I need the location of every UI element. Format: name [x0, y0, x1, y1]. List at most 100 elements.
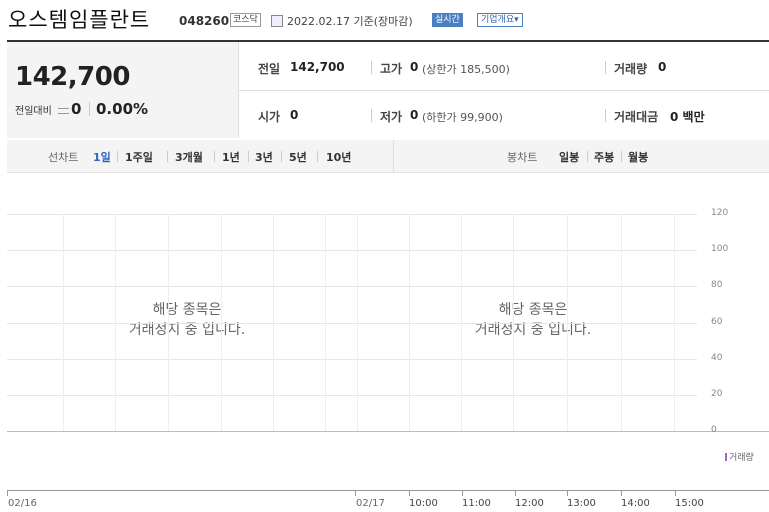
company-overview-button[interactable]: 기업개요▾	[477, 13, 523, 27]
change-rate: 0.00%	[96, 100, 149, 118]
prev-close-label: 전일	[258, 62, 281, 76]
x-tick-label: 02/17	[356, 498, 385, 509]
legend-swatch	[725, 453, 727, 461]
halt-message-right: 해당 종목은 거래정지 중 입니다.	[453, 300, 613, 340]
tab-10y[interactable]: 10년	[326, 149, 351, 165]
market-badge: 코스닥	[230, 13, 261, 27]
y-gridline	[7, 359, 697, 360]
divider	[167, 151, 168, 162]
calendar-icon	[271, 15, 283, 27]
x-gridline	[409, 214, 410, 431]
y-gridline	[7, 395, 697, 396]
x-tick-label: 02/16	[8, 498, 37, 509]
x-tick-label: 12:00	[515, 498, 544, 509]
y-gridline	[7, 250, 697, 251]
x-tick-label: 13:00	[567, 498, 596, 509]
quote-panel: 142,700 전일대비 0 0.00% 전일 142,700 고가 0 (상한…	[7, 40, 769, 141]
stock-code: 048260	[179, 14, 230, 28]
divider	[317, 151, 318, 162]
y-tick-label: 100	[711, 244, 729, 254]
high-value: 0	[410, 60, 419, 74]
y-tick-label: 60	[711, 317, 723, 327]
current-price: 142,700	[15, 62, 130, 92]
x-tick-label: 10:00	[409, 498, 438, 509]
chart-tab-bar: 선차트 1일 1주일 3개월 1년 3년 5년 10년 봉차트 일봉 주봉 월봉	[7, 140, 769, 173]
halt-message-left: 해당 종목은 거래정지 중 입니다.	[107, 300, 267, 340]
tab-1y[interactable]: 1년	[222, 149, 240, 165]
x-gridline	[513, 214, 514, 431]
divider	[393, 140, 394, 172]
y-gridline	[7, 323, 697, 324]
x-gridline	[63, 214, 64, 431]
x-tick-mark	[515, 490, 516, 496]
prev-close-value: 142,700	[290, 60, 345, 74]
divider	[371, 109, 372, 122]
upper-limit: (상한가 185,500)	[422, 63, 510, 76]
base-date: 2022.02.17 기준(장마감)	[287, 15, 413, 28]
x-tick-mark	[409, 490, 410, 496]
line-chart-label: 선차트	[48, 151, 79, 164]
x-tick-mark	[621, 490, 622, 496]
x-tick-label: 15:00	[675, 498, 704, 509]
y-gridline	[7, 214, 697, 215]
realtime-button[interactable]: 실시간	[432, 13, 463, 27]
x-gridline	[621, 214, 622, 431]
x-tick-mark	[462, 490, 463, 496]
tab-weekly-candle[interactable]: 주봉	[594, 149, 614, 165]
divider	[248, 151, 249, 162]
y-tick-label: 20	[711, 389, 723, 399]
x-axis-line	[7, 490, 769, 491]
tab-1w[interactable]: 1주일	[125, 149, 153, 165]
divider	[605, 109, 606, 122]
x-gridline	[325, 214, 326, 431]
divider	[587, 151, 588, 162]
divider	[605, 61, 606, 74]
y-tick-label: 0	[711, 425, 717, 435]
lower-limit: (하한가 99,900)	[422, 111, 503, 124]
legend-label: 거래량	[729, 453, 754, 463]
volume-value: 0	[658, 60, 667, 74]
x-tick-label: 14:00	[621, 498, 650, 509]
tab-monthly-candle[interactable]: 월봉	[628, 149, 648, 165]
flat-change-icon	[58, 108, 69, 114]
tab-5y[interactable]: 5년	[289, 149, 307, 165]
x-tick-label: 11:00	[462, 498, 491, 509]
x-tick-mark	[355, 490, 356, 496]
price-panel: 142,700 전일대비 0 0.00%	[7, 42, 239, 138]
halt-message-line: 해당 종목은	[498, 302, 568, 318]
low-value: 0	[410, 108, 419, 122]
tab-1d[interactable]: 1일	[93, 149, 111, 165]
price-chart: 해당 종목은 거래정지 중 입니다. 해당 종목은 거래정지 중 입니다. 거래…	[7, 180, 769, 512]
halt-message-line: 해당 종목은	[152, 302, 222, 318]
x-gridline	[221, 214, 222, 431]
y-gridline	[7, 286, 697, 287]
tab-daily-candle[interactable]: 일봉	[559, 149, 579, 165]
x-gridline	[674, 214, 675, 431]
x-gridline	[357, 214, 358, 431]
stock-name: 오스템임플란트	[8, 8, 151, 32]
chevron-down-icon: ▾	[514, 15, 519, 25]
candle-chart-label: 봉차트	[507, 151, 538, 164]
x-gridline	[168, 214, 169, 431]
high-label: 고가	[380, 62, 403, 76]
volume-label: 거래량	[614, 62, 648, 76]
amount-label: 거래대금	[614, 110, 659, 124]
x-gridline	[461, 214, 462, 431]
tab-3y[interactable]: 3년	[255, 149, 273, 165]
divider	[214, 151, 215, 162]
x-tick-mark	[567, 490, 568, 496]
divider	[371, 61, 372, 74]
volume-legend: 거래량	[725, 450, 754, 463]
divider	[281, 151, 282, 162]
open-label: 시가	[258, 110, 281, 124]
change-label: 전일대비	[15, 106, 52, 117]
y-tick-label: 80	[711, 280, 723, 290]
tab-3m[interactable]: 3개월	[175, 149, 203, 165]
row-divider	[239, 90, 769, 91]
x-gridline	[273, 214, 274, 431]
x-gridline	[115, 214, 116, 431]
change-value: 0	[71, 100, 82, 118]
divider	[621, 151, 622, 162]
amount-value: 0 백만	[670, 110, 705, 124]
divider	[89, 102, 90, 116]
